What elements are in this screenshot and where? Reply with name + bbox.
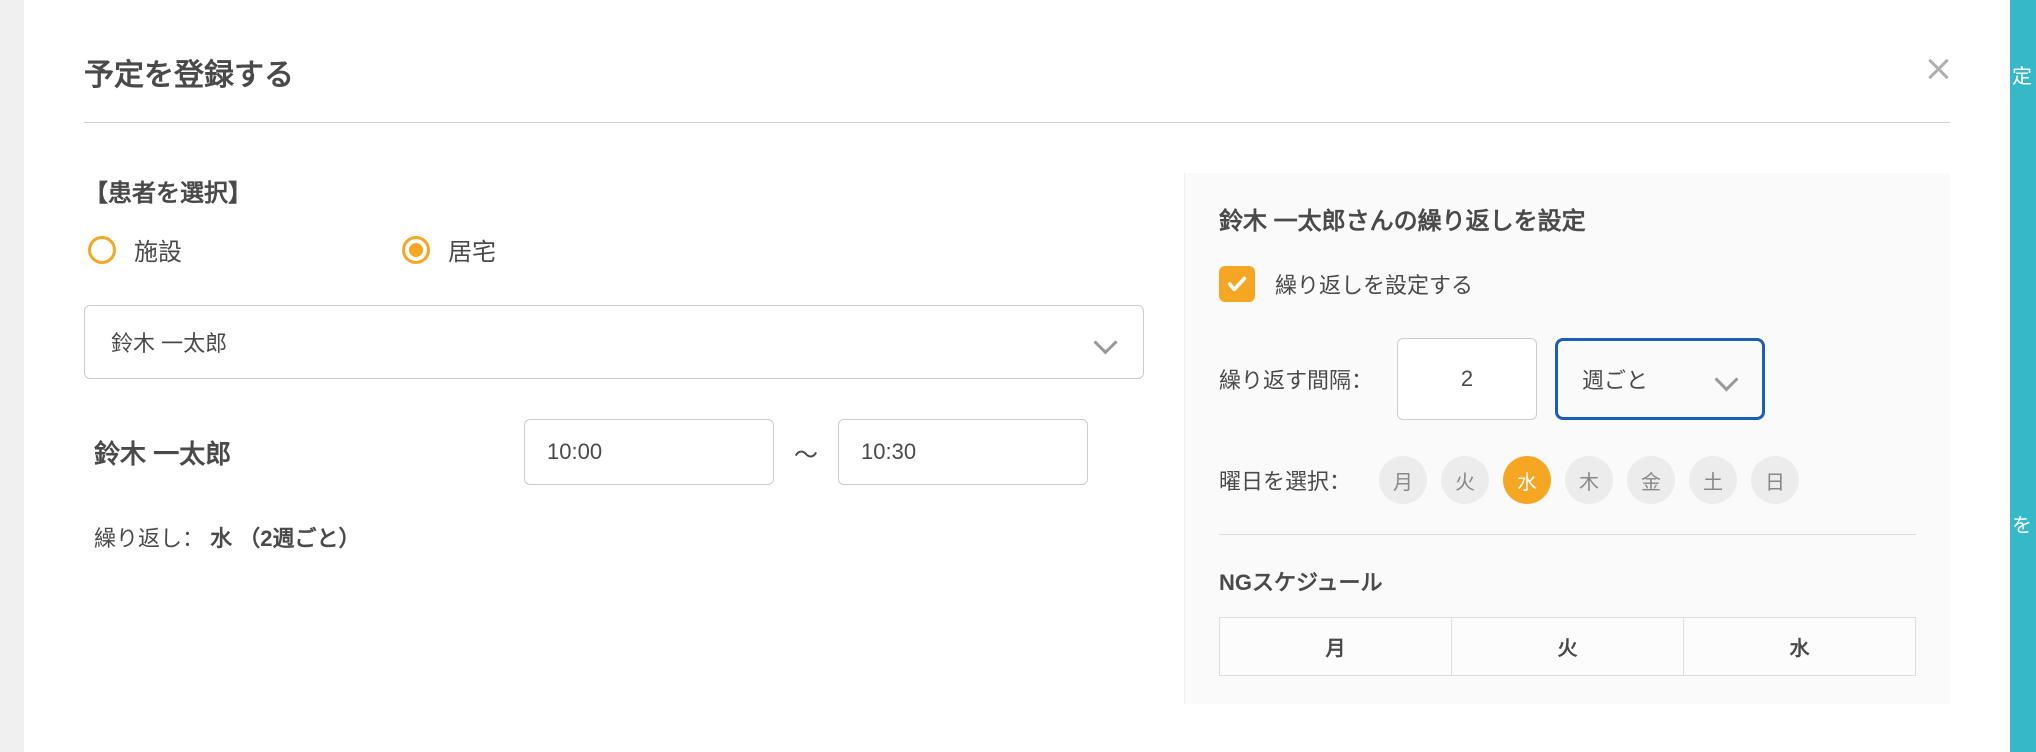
weekday-thu[interactable]: 木	[1565, 456, 1613, 504]
repeat-summary: 繰り返し： 水 （2週ごと）	[84, 521, 1144, 553]
repeat-summary-value: 水 （2週ごと）	[210, 526, 360, 551]
interval-row: 繰り返す間隔： 週ごと	[1219, 338, 1916, 420]
weekday-wed[interactable]: 水	[1503, 456, 1551, 504]
weekday-sun[interactable]: 日	[1751, 456, 1799, 504]
start-time-input[interactable]: 10:00	[524, 419, 774, 485]
modal-header: 予定を登録する	[84, 50, 1950, 94]
ng-header-mon: 月	[1220, 618, 1452, 676]
weekday-mon[interactable]: 月	[1379, 456, 1427, 504]
end-time-input[interactable]: 10:30	[838, 419, 1088, 485]
radio-icon	[88, 236, 116, 264]
weekday-fri[interactable]: 金	[1627, 456, 1675, 504]
interval-unit-select[interactable]: 週ごと	[1555, 338, 1765, 420]
background-right-fragment: 定 を	[2010, 0, 2036, 752]
interval-unit-value: 週ごと	[1582, 363, 1648, 395]
register-schedule-modal: 予定を登録する 【患者を選択】 施設 居宅 鈴木 一太郎 鈴木 一	[24, 0, 2010, 752]
ng-header-tue: 火	[1452, 618, 1684, 676]
right-panel: 鈴木 一太郎さんの繰り返しを設定 繰り返しを設定する 繰り返す間隔： 週ごと 曜…	[1184, 173, 1950, 704]
interval-label: 繰り返す間隔：	[1219, 363, 1373, 395]
patient-name-display: 鈴木 一太郎	[84, 434, 504, 471]
repeat-settings-title: 鈴木 一太郎さんの繰り返しを設定	[1219, 201, 1916, 236]
patient-dropdown[interactable]: 鈴木 一太郎	[84, 305, 1144, 379]
start-time-value: 10:00	[547, 439, 602, 465]
radio-icon	[402, 236, 430, 264]
radio-home[interactable]: 居宅	[402, 232, 496, 267]
weekday-sat[interactable]: 土	[1689, 456, 1737, 504]
modal-content: 【患者を選択】 施設 居宅 鈴木 一太郎 鈴木 一太郎 10:00	[84, 173, 1950, 704]
weekday-row: 曜日を選択： 月 火 水 木 金 土 日	[1219, 456, 1916, 504]
time-row: 鈴木 一太郎 10:00 〜 10:30	[84, 419, 1144, 485]
weekday-label: 曜日を選択：	[1219, 464, 1351, 496]
ng-header-wed: 水	[1684, 618, 1916, 676]
ng-schedule-table: 月 火 水	[1219, 617, 1916, 676]
ng-schedule-title: NGスケジュール	[1219, 565, 1916, 597]
radio-facility[interactable]: 施設	[88, 232, 182, 267]
repeat-checkbox[interactable]	[1219, 266, 1255, 302]
bg-text-2: を	[2010, 509, 2036, 538]
repeat-summary-label: 繰り返し：	[94, 526, 204, 551]
end-time-value: 10:30	[861, 439, 916, 465]
close-icon[interactable]	[1926, 56, 1950, 80]
repeat-checkbox-label: 繰り返しを設定する	[1275, 268, 1473, 300]
time-separator: 〜	[794, 435, 818, 470]
right-divider	[1219, 534, 1916, 535]
radio-facility-label: 施設	[134, 232, 182, 267]
location-radio-group: 施設 居宅	[84, 232, 1144, 267]
patient-select-label: 【患者を選択】	[84, 173, 1144, 208]
patient-dropdown-value: 鈴木 一太郎	[111, 326, 227, 358]
check-icon	[1226, 273, 1248, 295]
header-divider	[84, 122, 1950, 123]
weekday-tue[interactable]: 火	[1441, 456, 1489, 504]
left-panel: 【患者を選択】 施設 居宅 鈴木 一太郎 鈴木 一太郎 10:00	[84, 173, 1144, 704]
repeat-checkbox-row: 繰り返しを設定する	[1219, 266, 1916, 302]
radio-home-label: 居宅	[448, 232, 496, 267]
bg-text-1: 定	[2010, 60, 2036, 89]
interval-input[interactable]	[1397, 338, 1537, 420]
background-left-fragment	[0, 0, 24, 752]
modal-title: 予定を登録する	[84, 50, 294, 94]
